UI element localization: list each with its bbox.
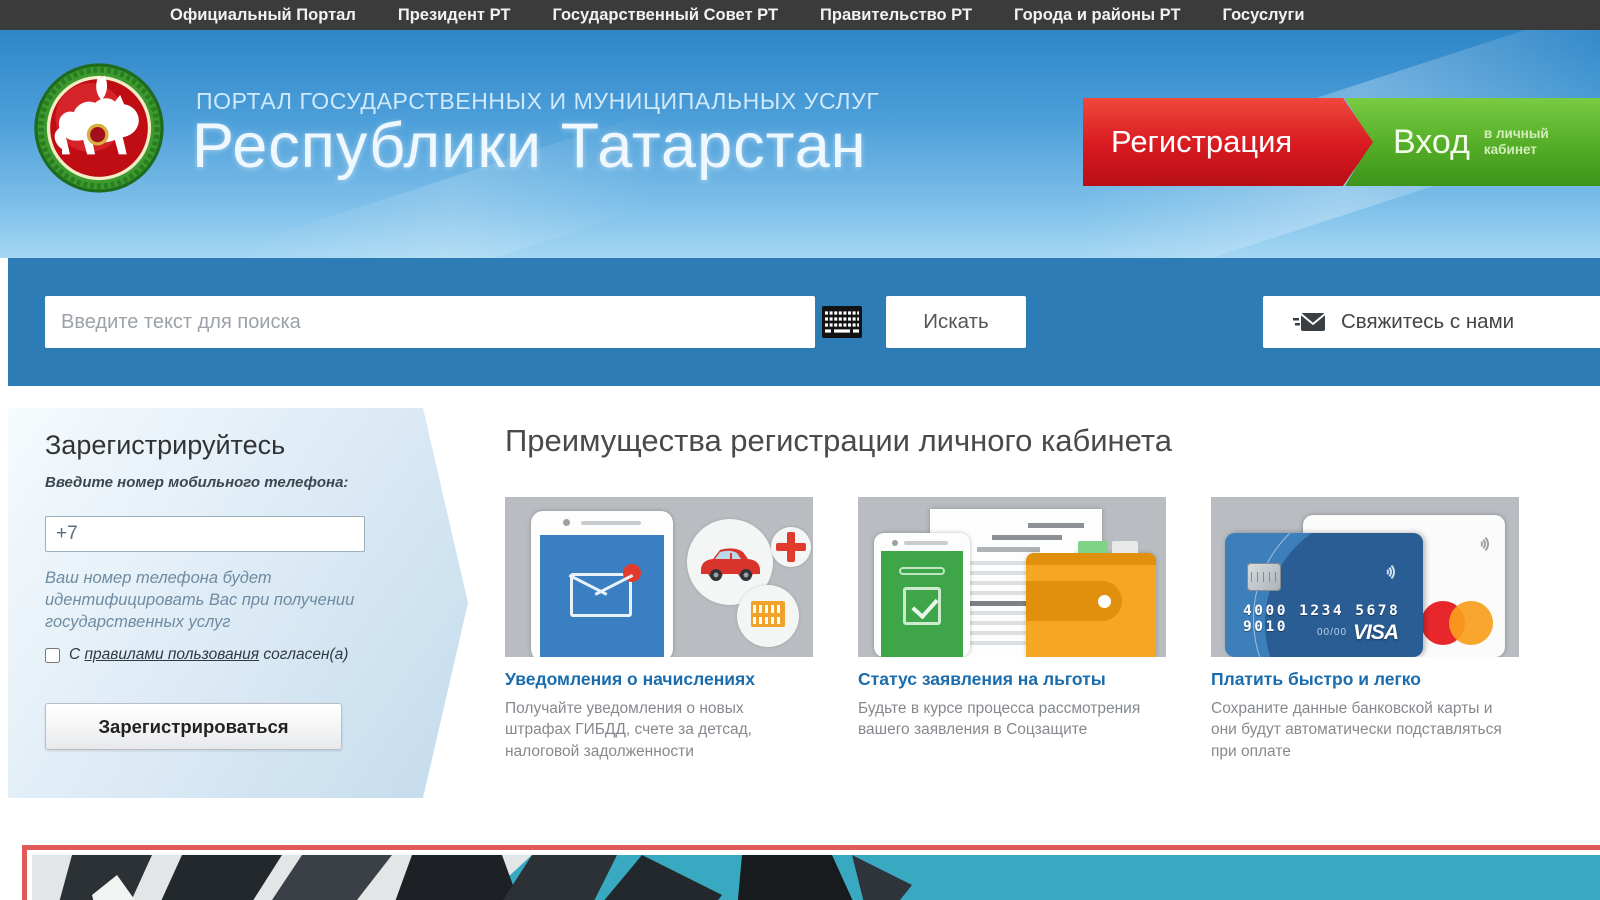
top-nav-bar: Официальный Портал Президент РТ Государс… <box>0 0 1600 30</box>
agree-checkbox[interactable] <box>45 648 60 663</box>
benefit-card-payments: 4000 1234 5678 9010 00/00 VISA Платить б… <box>1211 497 1519 762</box>
terms-of-use-link[interactable]: правилами пользования <box>85 646 260 663</box>
card-expiry: 00/00 <box>1317 627 1347 638</box>
card-chip <box>1247 563 1281 591</box>
signup-heading: Зарегистрируйтесь <box>45 430 285 461</box>
virtual-keyboard-icon[interactable] <box>822 306 862 338</box>
login-button[interactable]: Вход в личныйкабинет <box>1345 98 1600 186</box>
status-illustration[interactable] <box>858 497 1166 657</box>
portal-title: Республики Татарстан <box>192 110 867 182</box>
nav-president-rt[interactable]: Президент РТ <box>398 6 511 25</box>
nav-state-council-rt[interactable]: Государственный Совет РТ <box>552 6 778 25</box>
mastercard-logo <box>1421 601 1491 645</box>
wallet-illustration <box>1026 553 1156 657</box>
tatarstan-coat-of-arms-logo[interactable] <box>33 62 165 194</box>
checkmark-icon <box>903 587 941 625</box>
payments-illustration[interactable]: 4000 1234 5678 9010 00/00 VISA <box>1211 497 1519 657</box>
card-desc-notifications: Получайте уведомления о новых штрафах ГИ… <box>505 698 813 762</box>
benefits-heading: Преимущества регистрации личного кабинет… <box>505 423 1172 459</box>
medical-cross-icon <box>771 527 811 567</box>
visa-logo: VISA <box>1353 621 1398 645</box>
agree-label: С правилами пользования согласен(а) <box>69 646 348 664</box>
contactless-icon <box>1475 533 1497 555</box>
contact-us-button[interactable]: Свяжитесь с нами <box>1263 296 1600 348</box>
benefit-card-status: Статус заявления на льготы Будьте в курс… <box>858 497 1166 741</box>
smartphone-illustration <box>874 533 970 657</box>
search-band: Искать Свяжитесь с нами <box>8 258 1600 386</box>
phone-note: Ваш номер телефона будет идентифицироват… <box>45 568 415 633</box>
card-link-status[interactable]: Статус заявления на льготы <box>858 669 1166 690</box>
phone-input[interactable] <box>45 516 365 552</box>
card-link-notifications[interactable]: Уведомления о начислениях <box>505 669 813 690</box>
notification-dot <box>623 564 641 582</box>
nav-government-rt[interactable]: Правительство РТ <box>820 6 972 25</box>
nav-official-portal[interactable]: Официальный Портал <box>170 6 356 25</box>
search-input[interactable] <box>45 296 815 348</box>
card-link-payments[interactable]: Платить быстро и легко <box>1211 669 1519 690</box>
contact-us-label: Свяжитесь с нами <box>1341 310 1514 334</box>
smartphone-illustration <box>531 511 673 657</box>
kindergarten-building-icon <box>737 585 799 647</box>
registration-button-label: Регистрация <box>1111 124 1292 160</box>
notifications-illustration[interactable] <box>505 497 813 657</box>
new-message-icon <box>570 573 632 617</box>
promo-banner[interactable] <box>22 845 1600 900</box>
promo-banner-image <box>32 855 1600 900</box>
signup-panel: Зарегистрируйтесь Введите номер мобильно… <box>8 408 468 798</box>
login-button-note: в личныйкабинет <box>1484 126 1549 157</box>
login-button-label: Вход <box>1393 123 1470 162</box>
site-header: ПОРТАЛ ГОСУДАРСТВЕННЫХ И МУНИЦИПАЛЬНЫХ У… <box>0 30 1600 258</box>
agree-row: С правилами пользования согласен(а) <box>45 646 445 664</box>
search-button[interactable]: Искать <box>886 296 1026 348</box>
visa-card-illustration: 4000 1234 5678 9010 00/00 VISA <box>1225 533 1423 657</box>
contactless-icon <box>1381 561 1403 583</box>
nav-cities-districts-rt[interactable]: Города и районы РТ <box>1014 6 1181 25</box>
register-submit-button[interactable]: Зарегистрироваться <box>45 703 342 750</box>
envelope-icon <box>1293 311 1325 333</box>
benefit-card-notifications: Уведомления о начислениях Получайте увед… <box>505 497 813 762</box>
card-desc-payments: Сохраните данные банковской карты и они … <box>1211 698 1519 762</box>
portal-page: Официальный Портал Президент РТ Государс… <box>0 0 1600 900</box>
card-desc-status: Будьте в курсе процесса рассмотрения ваш… <box>858 698 1166 741</box>
registration-button[interactable]: Регистрация <box>1083 98 1373 186</box>
nav-gosuslugi[interactable]: Госуслуги <box>1223 6 1305 25</box>
phone-label: Введите номер мобильного телефона: <box>45 474 348 491</box>
